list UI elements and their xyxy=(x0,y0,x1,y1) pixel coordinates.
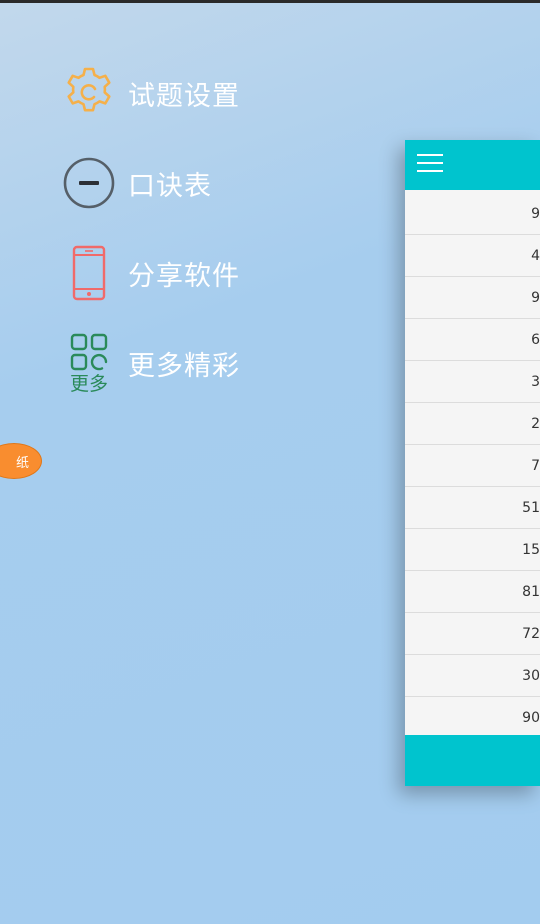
panel-footer xyxy=(405,735,540,786)
status-bar xyxy=(0,0,540,3)
phone-icon xyxy=(60,244,118,302)
menu-item-multiplication-table[interactable]: 口诀表 xyxy=(60,148,320,218)
gear-icon xyxy=(60,64,118,122)
hamburger-menu-icon[interactable] xyxy=(417,154,443,176)
panel-header xyxy=(405,140,540,190)
list-item: 4 xyxy=(405,235,540,277)
list-item-value: 30 xyxy=(522,668,540,684)
minus-circle-icon xyxy=(60,154,118,212)
menu-item-share-app[interactable]: 分享软件 xyxy=(60,238,320,308)
list-item-value: 9 xyxy=(531,290,540,306)
list-item-value: 81 xyxy=(522,584,540,600)
list-item: 15 xyxy=(405,529,540,571)
menu-item-label: 分享软件 xyxy=(128,260,240,292)
list-item: 7 xyxy=(405,445,540,487)
list-item-value: 51 xyxy=(522,500,540,516)
main-content-panel: 9 4 9 6 3 2 7 51 15 81 72 30 90 xyxy=(405,140,540,786)
list-item-value: 15 xyxy=(522,542,540,558)
menu-item-more[interactable]: 更多 更多精彩 xyxy=(60,328,320,398)
list-item-value: 4 xyxy=(531,248,540,264)
list-item-value: 90 xyxy=(522,710,540,726)
apps-more-icon: 更多 xyxy=(60,333,118,393)
list-item-value: 7 xyxy=(531,458,540,474)
list-item: 9 xyxy=(405,277,540,319)
list-item-value: 3 xyxy=(531,374,540,390)
apps-more-icon-text: 更多 xyxy=(70,373,108,393)
list-item: 90 xyxy=(405,697,540,739)
list-item-value: 9 xyxy=(531,206,540,222)
menu-item-quiz-settings[interactable]: 试题设置 xyxy=(60,58,320,128)
list-item-value: 72 xyxy=(522,626,540,642)
list-item: 51 xyxy=(405,487,540,529)
list-item: 81 xyxy=(405,571,540,613)
scratch-paper-label: 纸 xyxy=(15,455,29,471)
list-item-value: 2 xyxy=(531,416,540,432)
list-item: 30 xyxy=(405,655,540,697)
scratch-paper-tab[interactable]: 纸 xyxy=(0,443,42,479)
list-item: 9 xyxy=(405,193,540,235)
list-item: 72 xyxy=(405,613,540,655)
menu-item-label: 口诀表 xyxy=(128,170,212,202)
menu-item-label: 更多精彩 xyxy=(128,350,240,382)
list-item: 2 xyxy=(405,403,540,445)
menu-item-label: 试题设置 xyxy=(128,80,240,112)
question-list: 9 4 9 6 3 2 7 51 15 81 72 30 90 xyxy=(405,193,540,739)
list-item-value: 6 xyxy=(531,332,540,348)
list-item: 3 xyxy=(405,361,540,403)
list-item: 6 xyxy=(405,319,540,361)
